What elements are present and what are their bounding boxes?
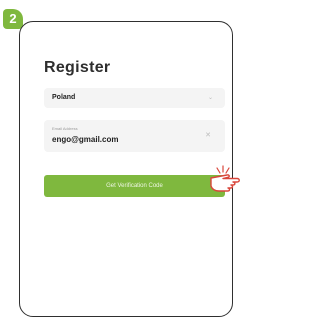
country-select[interactable]: Poland ⌄	[44, 88, 225, 108]
email-value: engo@gmail.com	[52, 135, 119, 144]
email-field[interactable]: Email Address engo@gmail.com ✕	[44, 120, 225, 152]
step-number-badge: 2	[3, 9, 23, 29]
pointing-hand-icon	[210, 165, 240, 192]
country-value: Poland	[52, 94, 76, 101]
clear-icon[interactable]: ✕	[205, 131, 211, 139]
get-verification-code-button[interactable]: Get Verification Code	[44, 175, 225, 197]
page-title: Register	[44, 59, 111, 76]
email-label: Email Address	[52, 126, 78, 131]
chevron-down-icon: ⌄	[207, 95, 213, 101]
